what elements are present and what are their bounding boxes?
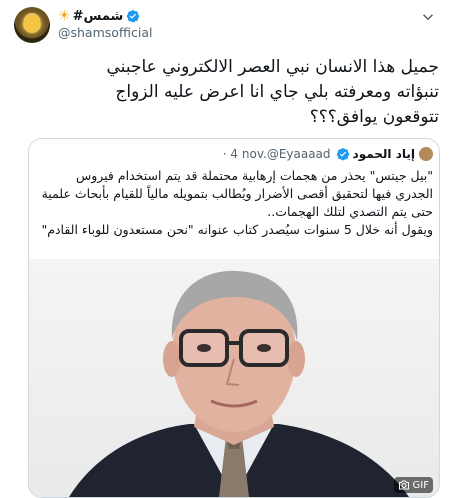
sun-emoji-icon: ☀ — [58, 8, 71, 24]
quoted-text-line: "بيل جيتس" يحذر من هجمات إرهابية محتملة … — [75, 168, 433, 183]
tweet-text-line: جميل هذا الانسان نبي العصر الالكتروني عا… — [106, 57, 439, 77]
quoted-avatar — [419, 147, 433, 161]
media-badge: GIF — [393, 477, 433, 493]
quoted-media-image[interactable]: GIF — [29, 259, 439, 497]
quoted-text: "بيل جيتس" يحذر من هجمات إرهابية محتملة … — [37, 167, 433, 239]
quoted-text-line: حتى يتم التصدي لتلك الهجمات.. — [267, 204, 433, 219]
verified-icon — [127, 10, 140, 23]
display-name[interactable]: #شمس — [73, 9, 124, 24]
portrait-illustration — [69, 270, 409, 497]
quoted-date: · 4 nov. — [218, 147, 267, 161]
author-handle[interactable]: @shamsofficial — [58, 25, 153, 40]
quoted-tweet[interactable]: إياد الحمود @Eyaaaad · 4 nov. "بيل جيتس"… — [28, 138, 440, 498]
quoted-handle: @Eyaaaad — [266, 147, 331, 161]
author-name-row[interactable]: ☀ #شمس — [58, 7, 140, 25]
media-badge-label: GIF — [412, 479, 429, 491]
verified-icon — [336, 148, 349, 161]
tweet-text-line: تتوقعون يوافق؟؟؟ — [309, 107, 439, 127]
quoted-display-name: إياد الحمود — [352, 147, 415, 161]
tweet-text-line: تنبؤاته ومعرفته بلي جاي انا اعرض عليه ال… — [115, 82, 439, 102]
quoted-header: إياد الحمود @Eyaaaad · 4 nov. — [29, 145, 433, 163]
quoted-text-line: الجدري فيها لتحقيق أقصى الأضرار ويُطالب … — [41, 186, 433, 201]
tweet[interactable]: ☀ #شمس @shamsofficial جميل هذا الانسان ن… — [0, 0, 451, 498]
more-caret-icon[interactable] — [419, 8, 437, 26]
quoted-text-line: ويقول أنه خلال 5 سنوات سيُصدر كتاب عنوان… — [41, 222, 433, 237]
tweet-text: جميل هذا الانسان نبي العصر الالكتروني عا… — [14, 55, 439, 130]
avatar[interactable] — [14, 7, 50, 43]
camera-icon — [398, 480, 409, 490]
